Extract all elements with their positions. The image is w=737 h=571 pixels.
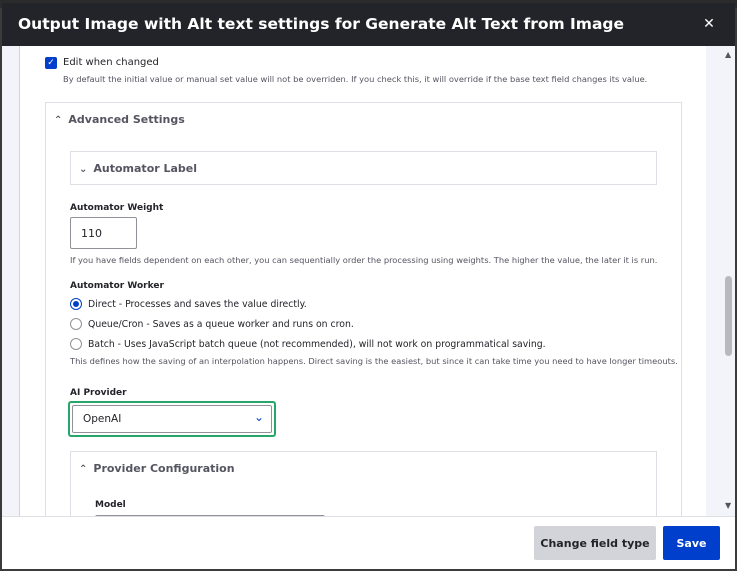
worker-direct-label: Direct - Processes and saves the value d… [88,299,307,310]
model-label: Model [95,500,126,510]
ai-provider-label: AI Provider [70,388,127,398]
chevron-up-icon: ⌃ [54,115,63,126]
automator-weight-input[interactable]: 110 [70,217,137,249]
ai-provider-select[interactable]: OpenAI ⌄ [68,401,276,437]
automator-weight-label: Automator Weight [70,203,164,213]
edit-when-changed-checkbox[interactable]: ✓ [45,57,57,69]
edit-when-changed-label: Edit when changed [63,57,159,68]
edit-when-changed-description: By default the initial value or manual s… [63,74,648,84]
provider-configuration-details: ⌃ Provider Configuration Model [70,451,657,516]
worker-batch-radio[interactable] [70,338,82,350]
form-panel: ✓ Edit when changed By default the initi… [19,46,706,516]
worker-direct-radio[interactable] [70,298,82,310]
automator-worker-label: Automator Worker [70,281,164,291]
provider-configuration-toggle[interactable]: ⌃ Provider Configuration [79,462,235,475]
scroll-up-icon[interactable]: ▲ [725,50,731,59]
automator-label-details: ⌄ Automator Label [70,151,657,185]
dialog-title: Output Image with Alt text settings for … [18,15,625,33]
advanced-settings-details: ⌃ Advanced Settings ⌄ Automator Label Auto… [45,102,682,516]
automator-label-heading: Automator Label [93,162,198,175]
scrollbar-thumb[interactable] [725,276,732,356]
dialog-content: ✓ Edit when changed By default the initi… [2,46,735,516]
provider-configuration-heading: Provider Configuration [93,462,235,475]
chevron-up-icon: ⌃ [79,464,88,475]
worker-batch-label: Batch - Uses JavaScript batch queue (not… [88,339,546,350]
worker-queue-label: Queue/Cron - Saves as a queue worker and… [88,319,354,330]
advanced-settings-toggle[interactable]: ⌃ Advanced Settings [54,113,185,126]
ai-provider-select-inner: OpenAI ⌄ [72,405,272,433]
close-icon[interactable]: ✕ [699,14,719,34]
ai-provider-selected-value: OpenAI [83,413,122,425]
advanced-settings-heading: Advanced Settings [68,113,185,126]
change-field-type-button[interactable]: Change field type [534,526,656,560]
chevron-down-icon: ⌄ [79,164,88,175]
dialog-footer: Change field type Save [2,516,735,569]
automator-label-toggle[interactable]: ⌄ Automator Label [79,162,197,175]
settings-dialog: Output Image with Alt text settings for … [2,3,735,569]
automator-weight-description: If you have fields dependent on each oth… [70,255,658,265]
dialog-titlebar: Output Image with Alt text settings for … [2,3,735,46]
scroll-down-icon[interactable]: ▼ [725,501,731,510]
worker-queue-radio[interactable] [70,318,82,330]
save-button[interactable]: Save [663,526,720,560]
vertical-scrollbar[interactable]: ▲ ▼ [722,46,735,516]
chevron-down-icon: ⌄ [254,410,265,424]
automator-worker-description: This defines how the saving of an interp… [70,356,678,366]
